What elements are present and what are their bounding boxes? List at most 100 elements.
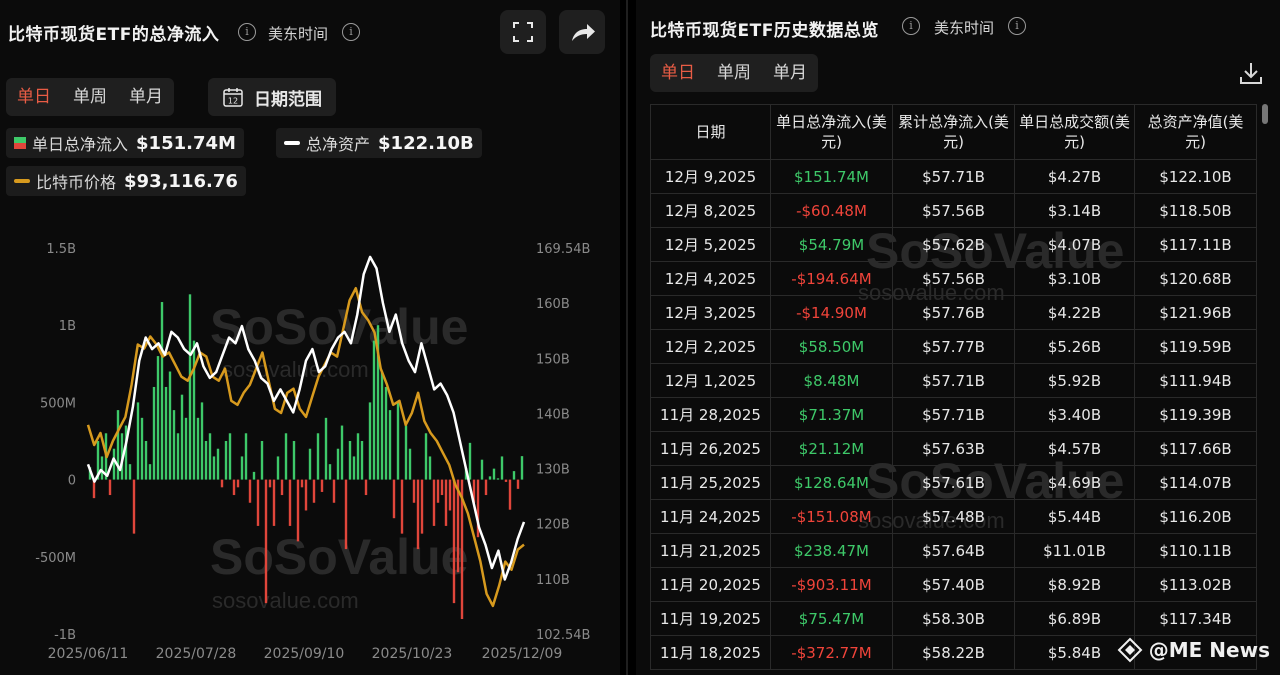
flow-bar [508,479,512,510]
flow-bar [352,456,356,480]
inflow-chart-panel: 比特币现货ETF的总净流入 i 美东时间 i 单日 单周 单月 12 日期范围 … [0,0,620,675]
cell-volume: $4.69B [1014,465,1135,500]
flow-bar [168,371,172,480]
table-row[interactable]: 12月 9,2025 $151.74M $57.71B $4.27B $122.10B [650,159,1257,194]
y-left-tick-label: 0 [68,474,76,489]
column-header-volume[interactable]: 单日总成交额(美元) [1014,104,1135,160]
flow-bar [160,302,164,480]
cell-cumulative-flow: $57.56B [892,261,1015,296]
flow-bar [220,479,224,488]
table-body: 12月 9,2025 $151.74M $57.71B $4.27B $122.10B 1… [650,159,1257,670]
legend-total-assets[interactable]: 总净资产 $122.10B [276,128,482,158]
flow-bar [336,448,340,480]
cell-date: 11月 19,2025 [650,601,771,636]
cell-date: 12月 9,2025 [650,159,771,194]
cell-daily-flow: $71.37M [770,397,893,432]
tab-daily[interactable]: 单日 [6,78,62,116]
info-icon[interactable]: i [902,17,920,35]
flow-bar [188,294,192,480]
flow-bar [152,386,156,480]
flow-bar [408,448,412,480]
table-row[interactable]: 11月 20,2025 -$903.11M $57.40B $8.92B $113.02… [650,567,1257,602]
table-row[interactable]: 12月 8,2025 -$60.48M $57.56B $3.14B $118.50B [650,193,1257,228]
table-row[interactable]: 12月 4,2025 -$194.64M $57.56B $3.10B $120.68B [650,261,1257,296]
column-header-nav[interactable]: 总资产净值(美元) [1134,104,1257,160]
flow-bar [324,417,328,480]
table-row[interactable]: 12月 5,2025 $54.79M $57.62B $4.07B $117.11B [650,227,1257,262]
inflow-chart-svg[interactable]: 1.5B 1B 500M 0 -500M -1B 169.54B 160B 150B 140B 13… [0,228,620,675]
y-right-tick-label: 140B [536,407,570,422]
flow-bar [252,471,256,480]
date-range-button[interactable]: 12 日期范围 [208,78,336,116]
x-tick-label: 2025/07/28 [156,646,237,662]
flow-bar [212,456,216,480]
download-icon[interactable] [1238,60,1264,86]
tab-weekly[interactable]: 单周 [62,78,118,116]
panel-divider [626,0,628,675]
flow-bar [500,456,504,480]
tab-daily[interactable]: 单日 [650,54,706,92]
cell-nav: $119.59B [1134,329,1257,364]
table-row[interactable]: 11月 25,2025 $128.64M $57.61B $4.69B $114.07B [650,465,1257,500]
table-title: 比特币现货ETF历史数据总览 [650,21,879,41]
legend-daily-flow[interactable]: 单日总净流入 $151.74M [6,128,244,158]
info-icon[interactable]: i [238,23,256,41]
column-header-cumulative-flow[interactable]: 累计总净流入(美元) [892,104,1015,160]
flow-bar [228,433,232,480]
table-row[interactable]: 11月 28,2025 $71.37M $57.71B $3.40B $119.39B [650,397,1257,432]
flow-bar [448,479,452,511]
cell-cumulative-flow: $57.61B [892,465,1015,500]
cell-date: 12月 4,2025 [650,261,771,296]
cell-date: 12月 3,2025 [650,295,771,330]
cell-nav: $114.07B [1134,465,1257,500]
table-row[interactable]: 11月 19,2025 $75.47M $58.30B $6.89B $117.34B [650,601,1257,636]
flow-bar [232,479,236,496]
history-table: 日期 单日总净流入(美元) 累计总净流入(美元) 单日总成交额(美元) 总资产净… [650,104,1257,670]
legend-btc-price[interactable]: 比特币价格 $93,116.76 [6,166,246,196]
column-header-daily-flow[interactable]: 单日总净流入(美元) [770,104,893,160]
cell-volume: $8.92B [1014,567,1135,602]
tab-weekly[interactable]: 单周 [706,54,762,92]
cell-date: 12月 2,2025 [650,329,771,364]
flow-bar [480,459,484,480]
cell-cumulative-flow: $57.71B [892,397,1015,432]
flow-bar [108,479,112,496]
table-row[interactable]: 12月 2,2025 $58.50M $57.77B $5.26B $119.59B [650,329,1257,364]
table-row[interactable]: 11月 21,2025 $238.47M $57.64B $11.01B $110.11… [650,533,1257,568]
date-range-label: 日期范围 [254,89,322,110]
cell-nav: $118.50B [1134,193,1257,228]
y-right-tick-label: 120B [536,518,570,533]
table-row[interactable]: 12月 3,2025 -$14.90M $57.76B $4.22B $121.96B [650,295,1257,330]
share-button[interactable] [559,10,605,54]
flow-bar [304,479,308,511]
cell-volume: $11.01B [1014,533,1135,568]
fullscreen-button[interactable] [500,10,546,54]
cell-nav: $117.66B [1134,431,1257,466]
cell-date: 11月 20,2025 [650,567,771,602]
table-scrollbar[interactable] [1262,104,1268,124]
timezone-label: 美东时间 [934,19,995,37]
flow-bar [332,479,336,503]
timezone-info-icon[interactable]: i [1008,17,1026,35]
table-row[interactable]: 11月 24,2025 -$151.08M $57.48B $5.44B $116.20… [650,499,1257,534]
table-row[interactable]: 11月 26,2025 $21.12M $57.63B $4.57B $117.66B [650,431,1257,466]
tab-monthly[interactable]: 单月 [762,54,818,92]
flow-bar [504,479,508,482]
cell-daily-flow: $58.50M [770,329,893,364]
column-header-date[interactable]: 日期 [650,104,771,160]
table-row[interactable]: 12月 1,2025 $8.48M $57.71B $5.92B $111.94B [650,363,1257,398]
inflow-chart[interactable]: 1.5B 1B 500M 0 -500M -1B 169.54B 160B 150B 140B 13… [0,228,620,675]
y-left-tick-label: 500M [40,396,76,411]
y-right-tick-label: 110B [536,573,570,588]
flow-bar [144,441,148,480]
timezone-info-icon[interactable]: i [342,23,360,41]
cell-date: 11月 25,2025 [650,465,771,500]
flow-bar [100,456,104,480]
cell-volume: $5.26B [1014,329,1135,364]
flow-bar [316,433,320,480]
legend-total-assets-label: 总净资产 [306,135,371,154]
calendar-icon: 12 [223,88,243,107]
flow-bar [244,433,248,480]
tab-monthly[interactable]: 单月 [118,78,174,116]
cell-volume: $3.40B [1014,397,1135,432]
